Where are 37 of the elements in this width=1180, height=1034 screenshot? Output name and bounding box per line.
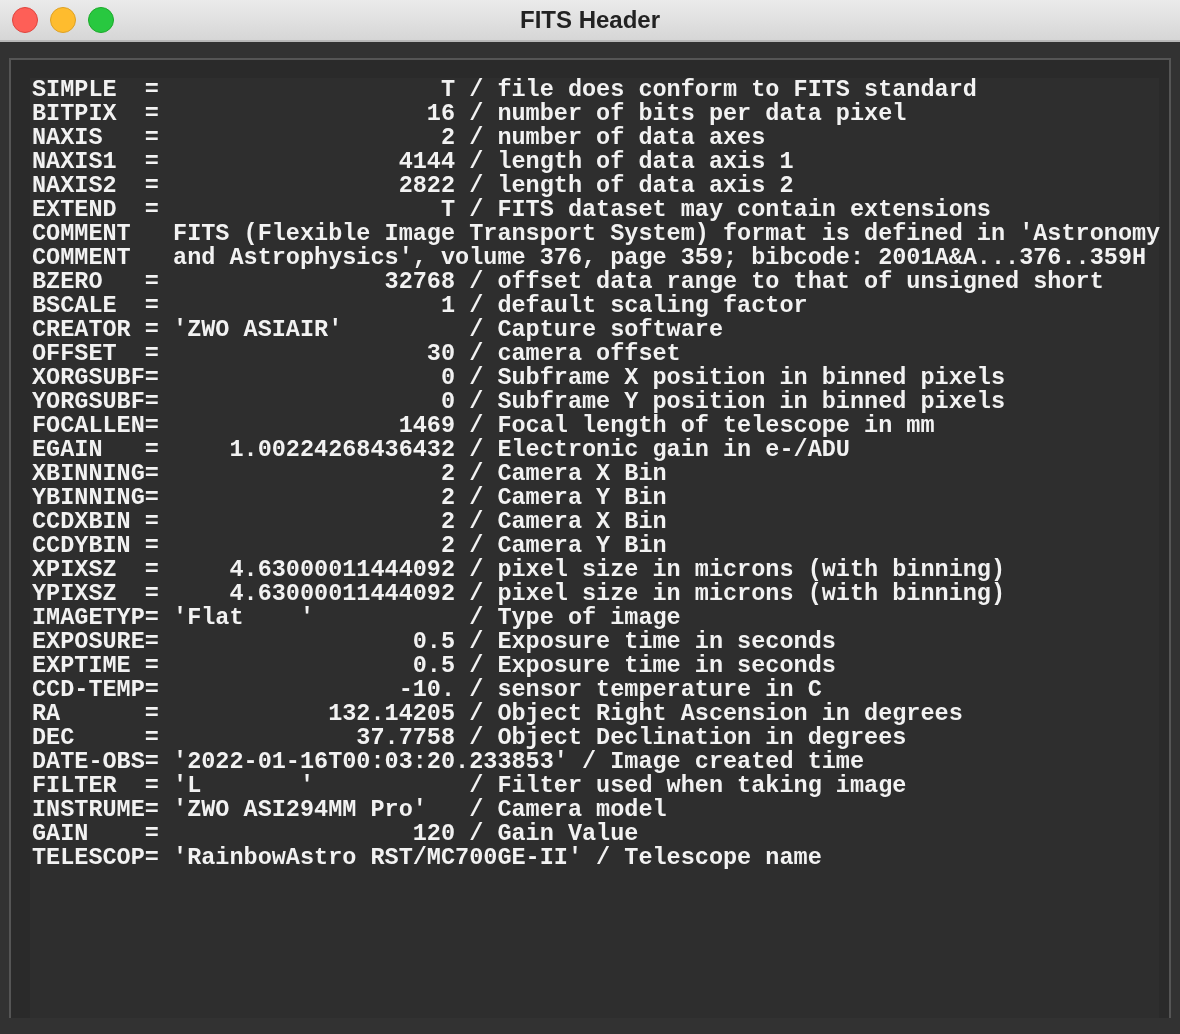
- header-line: BSCALE = 1 / default scaling factor: [32, 294, 808, 318]
- header-line: CCD-TEMP= -10. / sensor temperature in C: [32, 678, 822, 702]
- header-line: NAXIS2 = 2822 / length of data axis 2: [32, 174, 794, 198]
- header-line: OFFSET = 30 / camera offset: [32, 342, 681, 366]
- header-line: YORGSUBF= 0 / Subframe Y position in binned pixels: [32, 390, 1006, 414]
- header-line: CREATOR = 'ZWO ASIAIR' / Capture software: [32, 318, 723, 342]
- header-line: NAXIS = 2 / number of data axes: [32, 126, 766, 150]
- header-line: CCDYBIN = 2 / Camera Y Bin: [32, 534, 667, 558]
- header-line: INSTRUME= 'ZWO ASI294MM Pro' / Camera model: [32, 798, 667, 822]
- header-line: XBINNING= 2 / Camera X Bin: [32, 462, 667, 486]
- header-line: SIMPLE = T / file does conform to FITS standard: [32, 78, 977, 102]
- header-line: FILTER = 'L ' / Filter used when taking image: [32, 774, 907, 798]
- header-line: XORGSUBF= 0 / Subframe X position in binned pixels: [32, 366, 1006, 390]
- header-line: CCDXBIN = 2 / Camera X Bin: [32, 510, 667, 534]
- window-title: FITS Header: [519, 6, 660, 33]
- header-line: COMMENT FITS (Flexible Image Transport System) format is defined in 'Astronomy: [32, 222, 1161, 246]
- header-line: BZERO = 32768 / offset data range to that of unsigned short: [32, 270, 1104, 294]
- close-button[interactable]: [12, 7, 38, 33]
- zoom-button[interactable]: [88, 7, 114, 33]
- header-line: NAXIS1 = 4144 / length of data axis 1: [32, 150, 794, 174]
- header-line: DATE-OBS= '2022-01-16T00:03:20.233853' / Image created time: [32, 750, 865, 774]
- header-line: EXTEND = T / FITS dataset may contain extensions: [32, 198, 991, 222]
- header-line: FOCALLEN= 1469 / Focal length of telescope in mm: [32, 414, 935, 438]
- header-line: RA = 132.14205 / Object Right Ascension in degrees: [32, 702, 963, 726]
- header-line: XPIXSZ = 4.63000011444092 / pixel size in microns (with binning): [32, 558, 1006, 582]
- minimize-button[interactable]: [50, 7, 76, 33]
- header-line: YPIXSZ = 4.63000011444092 / pixel size in microns (with binning): [32, 582, 1006, 606]
- header-line: YBINNING= 2 / Camera Y Bin: [32, 486, 667, 510]
- header-line: BITPIX = 16 / number of bits per data pixel: [32, 102, 907, 126]
- header-line: TELESCOP= 'RainbowAstro RST/MC700GE-II' / Telescope name: [32, 846, 822, 870]
- header-line: IMAGETYP= 'Flat ' / Type of image: [32, 606, 681, 630]
- header-line: EXPOSURE= 0.5 / Exposure time in seconds: [32, 630, 836, 654]
- header-line: GAIN = 120 / Gain Value: [32, 822, 639, 846]
- header-line: COMMENT and Astrophysics', volume 376, page 359; bibcode: 2001A&A...376..359H: [32, 246, 1147, 270]
- header-line: EGAIN = 1.00224268436432 / Electronic gain in e-/ADU: [32, 438, 850, 462]
- header-line: DEC = 37.7758 / Object Declination in degrees: [32, 726, 907, 750]
- header-line: EXPTIME = 0.5 / Exposure time in seconds: [32, 654, 836, 678]
